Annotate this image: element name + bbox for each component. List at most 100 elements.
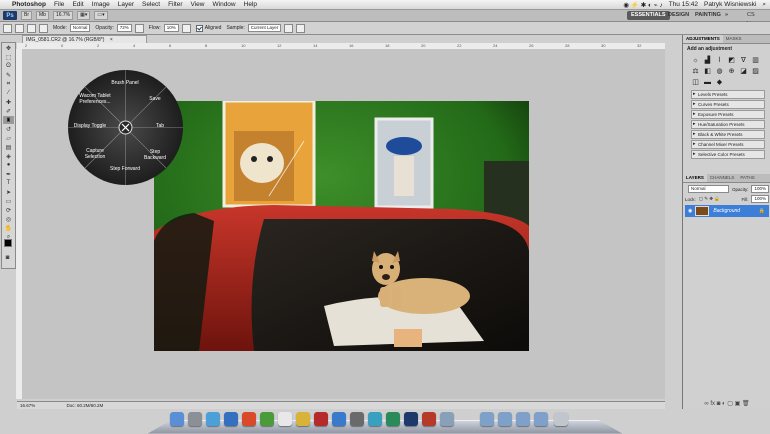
pie-item-step-backward[interactable]: Step Backward xyxy=(140,149,170,161)
3d-orbit-tool-icon[interactable]: ◎ xyxy=(3,215,14,223)
menu-window[interactable]: Window xyxy=(213,1,236,8)
tab-adjustments[interactable]: ADJUSTMENTS xyxy=(683,35,723,43)
tab-paths[interactable]: PATHS xyxy=(737,174,757,182)
tab-masks[interactable]: MASKS xyxy=(723,35,745,43)
preset-black-white[interactable]: Black & White Presets xyxy=(691,130,765,139)
layers-footer-icons[interactable]: ∞ fx ◙ ◐ ▢ ▣ 🗑 xyxy=(683,400,770,407)
quick-select-tool-icon[interactable]: ✎ xyxy=(3,71,14,79)
hand-tool-icon[interactable]: ✋ xyxy=(3,224,14,232)
menu-select[interactable]: Select xyxy=(142,1,160,8)
menu-help[interactable]: Help xyxy=(244,1,257,8)
eraser-tool-icon[interactable]: ▱ xyxy=(3,134,14,142)
preset-hue-saturation[interactable]: Hue/Saturation Presets xyxy=(691,120,765,129)
brush-preset-picker[interactable] xyxy=(15,23,24,33)
stack-folder-icon[interactable] xyxy=(534,412,548,426)
bridge-dock-icon[interactable] xyxy=(422,412,436,426)
spotlight-icon[interactable]: ⌕ xyxy=(762,1,766,9)
hue-saturation-icon[interactable]: ▥ xyxy=(751,57,760,65)
brush-panel-toggle[interactable] xyxy=(27,23,36,33)
airbrush-icon[interactable] xyxy=(181,23,191,33)
sample-select[interactable]: Current Layer xyxy=(247,24,282,32)
fill-field[interactable]: 100% xyxy=(751,195,769,203)
history-brush-tool-icon[interactable]: ↺ xyxy=(3,125,14,133)
eyedropper-tool-icon[interactable]: ⁄ xyxy=(3,89,14,97)
eye-icon[interactable]: ◉ xyxy=(688,208,692,214)
pie-item-brush-panel[interactable]: Brush Panel xyxy=(111,80,138,86)
layer-row-background[interactable]: ◉ Background 🔒 xyxy=(685,205,769,217)
aligned-checkbox[interactable] xyxy=(195,24,203,32)
move-tool-icon[interactable]: ✥ xyxy=(3,44,14,52)
3d-rotate-tool-icon[interactable]: ⟳ xyxy=(3,206,14,214)
tab-layers[interactable]: LAYERS xyxy=(683,174,707,182)
clone-stamp-tool-icon[interactable]: ♜ xyxy=(3,116,14,124)
preset-selective-color[interactable]: Selective Color Presets xyxy=(691,150,765,159)
ignore-adjustment-layers-icon[interactable] xyxy=(284,23,294,33)
preset-levels[interactable]: Levels Presets xyxy=(691,90,765,99)
pie-item-wacom-preferences[interactable]: Wacom Tablet Preferences... xyxy=(78,93,112,105)
healing-brush-tool-icon[interactable]: ✚ xyxy=(3,98,14,106)
menu-file[interactable]: File xyxy=(54,1,64,8)
pressure-opacity-icon[interactable] xyxy=(134,23,144,33)
dodge-tool-icon[interactable]: ● xyxy=(3,161,14,169)
cs-live-button[interactable]: CS Live xyxy=(743,11,770,27)
vibrance-icon[interactable]: ∇ xyxy=(739,57,748,65)
clone-source-toggle[interactable] xyxy=(39,23,48,33)
blur-tool-icon[interactable]: ◈ xyxy=(3,152,14,160)
menu-filter[interactable]: Filter xyxy=(168,1,182,8)
pen-tool-icon[interactable]: ✒ xyxy=(3,170,14,178)
layer-opacity-field[interactable]: 100% xyxy=(751,185,769,193)
color-balance-icon[interactable]: ⚖ xyxy=(691,68,700,76)
notes-icon[interactable] xyxy=(296,412,310,426)
menu-edit[interactable]: Edit xyxy=(72,1,83,8)
invert-icon[interactable]: ◪ xyxy=(739,68,748,76)
curves-icon[interactable]: ⌇ xyxy=(715,57,724,65)
preview-icon[interactable] xyxy=(440,412,454,426)
messages-icon[interactable] xyxy=(260,412,274,426)
finder-icon[interactable] xyxy=(170,412,184,426)
gradient-tool-icon[interactable]: ▤ xyxy=(3,143,14,151)
applications-folder-icon[interactable] xyxy=(480,412,494,426)
quick-mask-icon[interactable]: ◙ xyxy=(2,254,13,262)
calendar-icon[interactable] xyxy=(278,412,292,426)
pie-item-save[interactable]: Save xyxy=(149,96,160,102)
pie-item-display-toggle[interactable]: Display Toggle xyxy=(74,123,106,129)
document-photo[interactable] xyxy=(154,101,529,351)
status-icons[interactable]: ◉ ⚡ ✱ ◐ ⌁ ♪ xyxy=(623,1,662,9)
layer-blend-mode-select[interactable]: Normal xyxy=(688,185,729,193)
posterize-icon[interactable]: ▨ xyxy=(751,68,760,76)
screen-mode-button[interactable]: ▭▾ xyxy=(94,11,108,20)
menu-app-name[interactable]: Photoshop xyxy=(12,1,46,8)
crop-tool-icon[interactable]: ⌗ xyxy=(3,80,14,88)
photo-filter-icon[interactable]: ◍ xyxy=(715,68,724,76)
pie-item-tab[interactable]: Tab xyxy=(156,123,164,129)
lock-icons[interactable]: ▢ ✎ ✥ 🔒 xyxy=(699,196,720,202)
photo-booth-icon[interactable] xyxy=(314,412,328,426)
mode-select[interactable]: Normal xyxy=(69,24,91,32)
threshold-icon[interactable]: ◫ xyxy=(691,79,700,87)
user-name[interactable]: Patryk Wisniewski xyxy=(704,1,756,8)
preset-curves[interactable]: Curves Presets xyxy=(691,100,765,109)
clone-stamp-icon[interactable] xyxy=(3,23,12,33)
brush-tool-icon[interactable]: ✐ xyxy=(3,107,14,115)
black-white-icon[interactable]: ◧ xyxy=(703,68,712,76)
zoom-level[interactable]: 16.7% xyxy=(52,11,74,20)
menu-layer[interactable]: Layer xyxy=(118,1,134,8)
launchpad-icon[interactable] xyxy=(188,412,202,426)
preset-exposure[interactable]: Exposure Presets xyxy=(691,110,765,119)
workspace-more[interactable]: » xyxy=(721,11,732,20)
bridge-button[interactable]: Br xyxy=(21,11,32,20)
mail-icon[interactable] xyxy=(224,412,238,426)
levels-icon[interactable]: ▟ xyxy=(703,57,712,65)
downloads-folder-icon[interactable] xyxy=(516,412,530,426)
menu-view[interactable]: View xyxy=(191,1,205,8)
tab-channels[interactable]: CHANNELS xyxy=(707,174,738,182)
clock[interactable]: Thu 15:42 xyxy=(669,1,698,8)
menu-image[interactable]: Image xyxy=(92,1,110,8)
layer-name[interactable]: Background xyxy=(713,208,740,214)
gradient-map-icon[interactable]: ▬ xyxy=(703,79,712,87)
radial-pie-menu[interactable]: Brush Panel Save Tab Step Backward Step … xyxy=(68,70,183,185)
flow-field[interactable]: 10% xyxy=(163,24,179,32)
documents-folder-icon[interactable] xyxy=(498,412,512,426)
foreground-color-swatch[interactable] xyxy=(4,239,12,247)
terminal-icon[interactable] xyxy=(386,412,400,426)
